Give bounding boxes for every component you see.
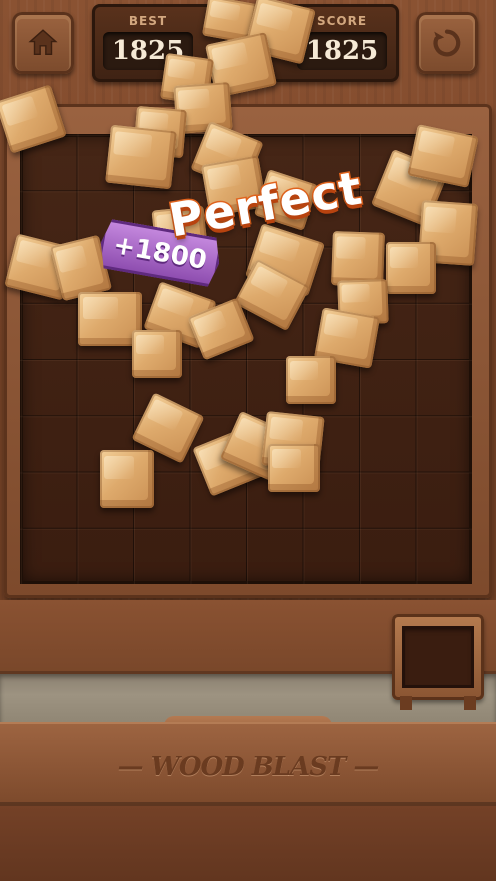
home-icon — [28, 29, 58, 56]
hold-slot[interactable] — [392, 614, 484, 710]
blast-cube — [100, 450, 154, 508]
blast-cube — [105, 124, 177, 190]
blast-cube — [286, 356, 336, 404]
blast-cube — [386, 242, 436, 294]
hold-slot-leg — [400, 696, 412, 710]
blast-cube — [268, 444, 320, 492]
restart-button[interactable] — [416, 12, 478, 74]
bottom-wood-panel — [0, 806, 496, 881]
blast-cube — [132, 330, 182, 378]
game-logo-text: WOOD BLAST — [150, 752, 347, 782]
game-logo: — WOOD BLAST — — [117, 752, 380, 782]
best-label: BEST — [128, 14, 168, 28]
home-button[interactable] — [12, 12, 74, 74]
hold-slot-leg — [464, 696, 476, 710]
restart-icon — [433, 29, 461, 57]
score-value: 1825 — [297, 32, 387, 70]
hold-slot-well — [402, 626, 474, 688]
